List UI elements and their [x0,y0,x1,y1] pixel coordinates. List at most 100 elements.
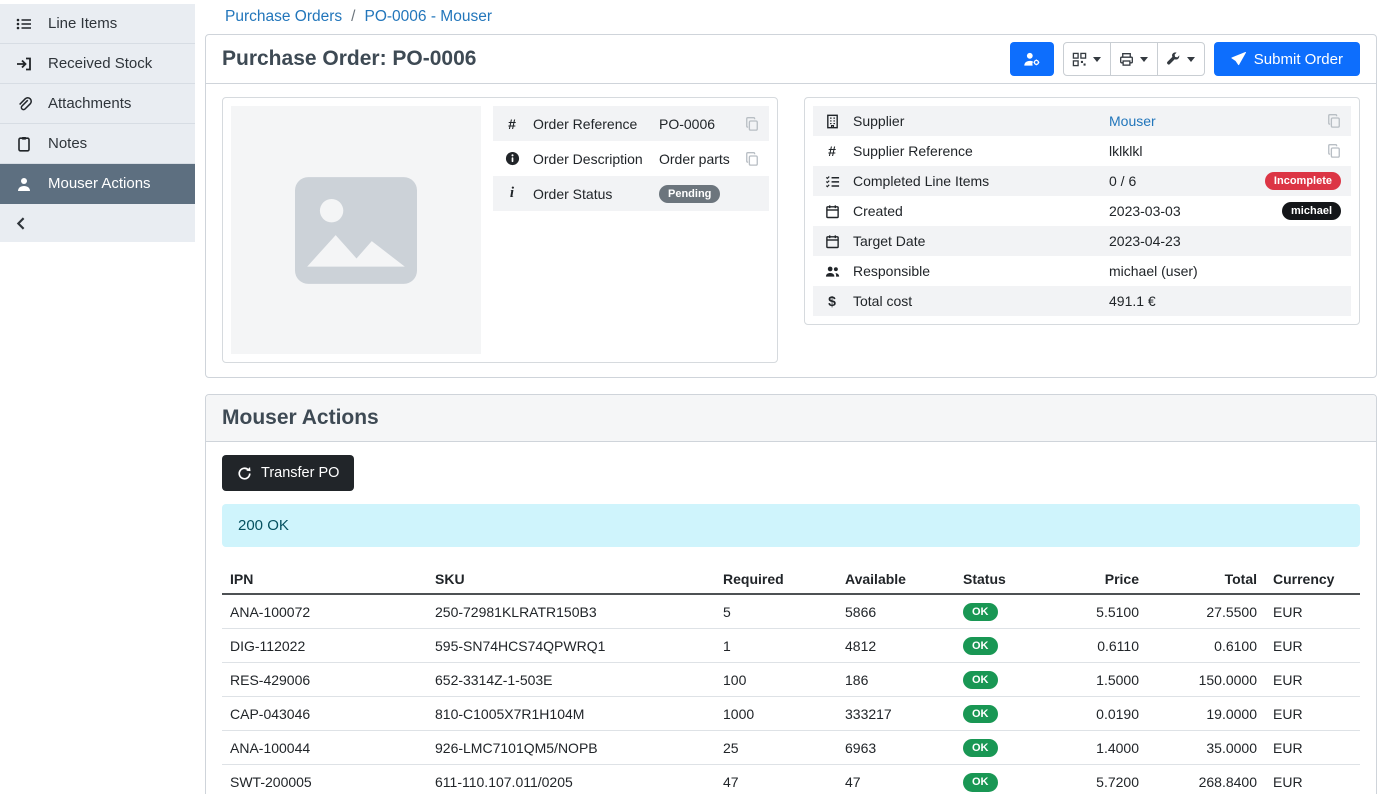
col-header-price: Price [1067,565,1147,594]
col-header-available: Available [837,565,955,594]
sidebar-item-label: Notes [48,135,87,152]
cell-price: 5.7200 [1067,765,1147,794]
notes-icon [15,136,33,152]
transfer-po-button[interactable]: Transfer PO [222,455,354,491]
building-icon [823,114,841,129]
detail-row-created: Created 2023-03-03 michael [813,196,1351,226]
breadcrumb: Purchase Orders / PO-0006 - Mouser [205,0,1377,34]
barcode-actions-button[interactable] [1063,42,1111,76]
col-header-ipn: IPN [222,565,427,594]
sidebar-item-line-items[interactable]: Line Items [0,4,195,44]
cell-available: 6963 [837,731,955,765]
breadcrumb-separator: / [351,8,355,26]
col-header-sku: SKU [427,565,715,594]
supplier-details-card: Supplier Mouser # Supplier Reference lkl… [804,97,1360,325]
image-placeholder-icon [295,177,417,284]
print-actions-button[interactable] [1110,42,1158,76]
sidebar-item-label: Mouser Actions [48,175,151,192]
copy-icon[interactable] [745,117,759,131]
info-icon: i [503,185,521,202]
cell-currency: EUR [1265,731,1360,765]
order-options-button[interactable] [1157,42,1205,76]
incomplete-badge: Incomplete [1265,172,1341,190]
barcode-icon [1072,52,1087,67]
sidebar-item-attachments[interactable]: Attachments [0,84,195,124]
cell-currency: EUR [1265,629,1360,663]
sidebar-item-mouser-actions[interactable]: Mouser Actions [0,164,195,204]
table-row: DIG-112022 595-SN74HCS74QPWRQ1 1 4812 OK… [222,629,1360,663]
supplier-link[interactable]: Mouser [1109,113,1156,129]
detail-value: PO-0006 [659,116,745,132]
cell-available: 47 [837,765,955,794]
detail-row-completed-line-items: Completed Line Items 0 / 6 Incomplete [813,166,1351,196]
cell-status: OK [955,697,1067,731]
supplier-details-table: Supplier Mouser # Supplier Reference lkl… [813,106,1351,316]
created-by-badge: michael [1282,202,1341,220]
list-icon [15,16,33,32]
cell-status: OK [955,594,1067,629]
page-title: Purchase Order: PO-0006 [222,47,476,71]
copy-icon[interactable] [1327,144,1341,158]
detail-row-supplier-reference: # Supplier Reference lklklkl [813,136,1351,166]
sidebar-item-label: Attachments [48,95,131,112]
cell-required: 100 [715,663,837,697]
table-row: ANA-100072 250-72981KLRATR150B3 5 5866 O… [222,594,1360,629]
detail-value: 2023-04-23 [1109,233,1341,249]
cell-currency: EUR [1265,594,1360,629]
detail-value: 2023-03-03 [1109,203,1282,219]
cell-required: 25 [715,731,837,765]
sidebar-collapse-button[interactable] [0,204,195,242]
breadcrumb-purchase-orders[interactable]: Purchase Orders [225,8,342,26]
col-header-total: Total [1147,565,1265,594]
caret-down-icon [1093,57,1101,62]
submit-order-button[interactable]: Submit Order [1214,42,1360,76]
detail-row-supplier: Supplier Mouser [813,106,1351,136]
sidebar: Line Items Received Stock Attachments No… [0,4,195,242]
copy-icon[interactable] [745,152,759,166]
cell-sku: 926-LMC7101QM5/NOPB [427,731,715,765]
status-ok-badge: OK [963,603,998,621]
detail-label: Supplier Reference [853,143,1109,159]
main-content: Purchase Orders / PO-0006 - Mouser Purch… [195,0,1383,794]
purchase-order-panel-header: Purchase Order: PO-0006 [206,35,1376,84]
hash-icon: # [823,143,841,159]
col-header-currency: Currency [1265,565,1360,594]
sidebar-item-notes[interactable]: Notes [0,124,195,164]
sign-in-icon [15,56,33,72]
paperclip-icon [15,96,33,112]
detail-label: Created [853,203,1109,219]
cell-ipn: RES-429006 [222,663,427,697]
purchase-order-panel: Purchase Order: PO-0006 [205,34,1377,378]
cell-status: OK [955,731,1067,765]
breadcrumb-po-0006[interactable]: PO-0006 - Mouser [364,8,492,26]
caret-down-icon [1140,57,1148,62]
status-ok-badge: OK [963,637,998,655]
detail-value: 491.1 € [1109,293,1341,309]
printer-icon [1119,52,1134,67]
submit-order-label: Submit Order [1254,51,1343,68]
cell-total: 27.5500 [1147,594,1265,629]
tools-icon [1166,52,1181,67]
cell-available: 5866 [837,594,955,629]
detail-row-order-reference: # Order Reference PO-0006 [493,106,769,141]
chevron-left-icon [13,215,30,232]
cell-total: 0.6100 [1147,629,1265,663]
user-actions-button[interactable] [1010,42,1054,76]
hash-icon: # [503,116,521,132]
cell-price: 0.6110 [1067,629,1147,663]
info-circle-icon [503,151,521,166]
status-ok-badge: OK [963,739,998,757]
purchase-order-panel-body: # Order Reference PO-0006 Order Descri [206,84,1376,377]
order-details-table: # Order Reference PO-0006 Order Descri [493,106,769,354]
detail-value: 0 / 6 [1109,173,1265,189]
mouser-actions-panel: Mouser Actions Transfer PO 200 OK IPN S [205,394,1377,794]
table-row: ANA-100044 926-LMC7101QM5/NOPB 25 6963 O… [222,731,1360,765]
cell-currency: EUR [1265,765,1360,794]
cell-sku: 810-C1005X7R1H104M [427,697,715,731]
detail-row-order-status: i Order Status Pending [493,176,769,211]
caret-down-icon [1187,57,1195,62]
sidebar-item-received-stock[interactable]: Received Stock [0,44,195,84]
col-header-status: Status [955,565,1067,594]
copy-icon[interactable] [1327,114,1341,128]
cell-sku: 652-3314Z-1-503E [427,663,715,697]
